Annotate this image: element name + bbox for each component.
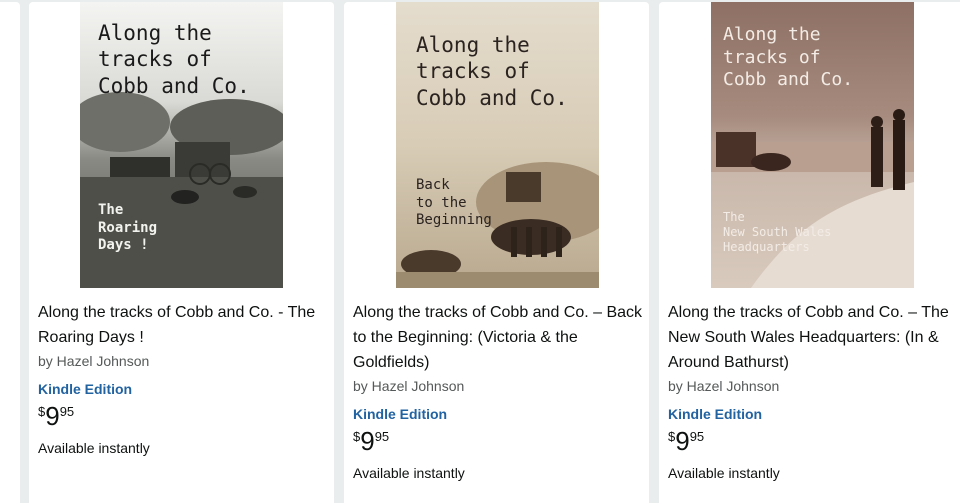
book-cover-image[interactable]: Along the tracks of Cobb and Co. The New… <box>711 2 914 288</box>
book-price: $995 <box>353 427 643 455</box>
availability-text: Available instantly <box>668 465 780 481</box>
price-whole: 9 <box>45 401 60 431</box>
book-title-link[interactable]: Along the tracks of Cobb and Co. - The R… <box>38 300 328 350</box>
format-link[interactable]: Kindle Edition <box>353 405 643 423</box>
cover-title: Along the tracks of Cobb and Co. <box>723 24 854 90</box>
price-symbol: $ <box>353 429 361 444</box>
book-title-link[interactable]: Along the tracks of Cobb and Co. – Back … <box>353 300 643 375</box>
price-symbol: $ <box>668 429 676 444</box>
cover-title: Along the tracks of Cobb and Co. <box>98 21 250 98</box>
availability-text: Available instantly <box>353 465 465 481</box>
cover-subtitle: The Roaring Days ! <box>98 202 158 253</box>
book-author: by Hazel Johnson <box>38 353 150 369</box>
format-link[interactable]: Kindle Edition <box>668 405 958 423</box>
book-cover-image[interactable]: Along the tracks of Cobb and Co. The Roa… <box>80 2 283 288</box>
book-price: $995 <box>38 402 328 430</box>
price-symbol: $ <box>38 404 46 419</box>
price-fraction: 95 <box>689 429 705 444</box>
book-cover-image[interactable]: Along the tracks of Cobb and Co. Back to… <box>396 2 599 288</box>
book-price: $995 <box>668 427 958 455</box>
product-card: Along the tracks of Cobb and Co. The Roa… <box>29 2 334 503</box>
cover-title: Along the tracks of Cobb and Co. <box>416 33 568 110</box>
product-card: Along the tracks of Cobb and Co. Back to… <box>344 2 649 503</box>
book-author: by Hazel Johnson <box>353 378 465 394</box>
previous-card-edge <box>0 2 20 503</box>
price-fraction: 95 <box>374 429 390 444</box>
cover-subtitle: The New South Wales Headquarters <box>723 210 832 254</box>
product-card: Along the tracks of Cobb and Co. The New… <box>659 2 960 503</box>
book-title-link[interactable]: Along the tracks of Cobb and Co. – The N… <box>668 300 958 375</box>
price-whole: 9 <box>360 426 375 456</box>
availability-text: Available instantly <box>38 440 150 456</box>
format-link[interactable]: Kindle Edition <box>38 380 328 398</box>
book-author: by Hazel Johnson <box>668 378 780 394</box>
price-whole: 9 <box>675 426 690 456</box>
cover-subtitle: Back to the Beginning <box>416 177 492 228</box>
price-fraction: 95 <box>59 404 75 419</box>
